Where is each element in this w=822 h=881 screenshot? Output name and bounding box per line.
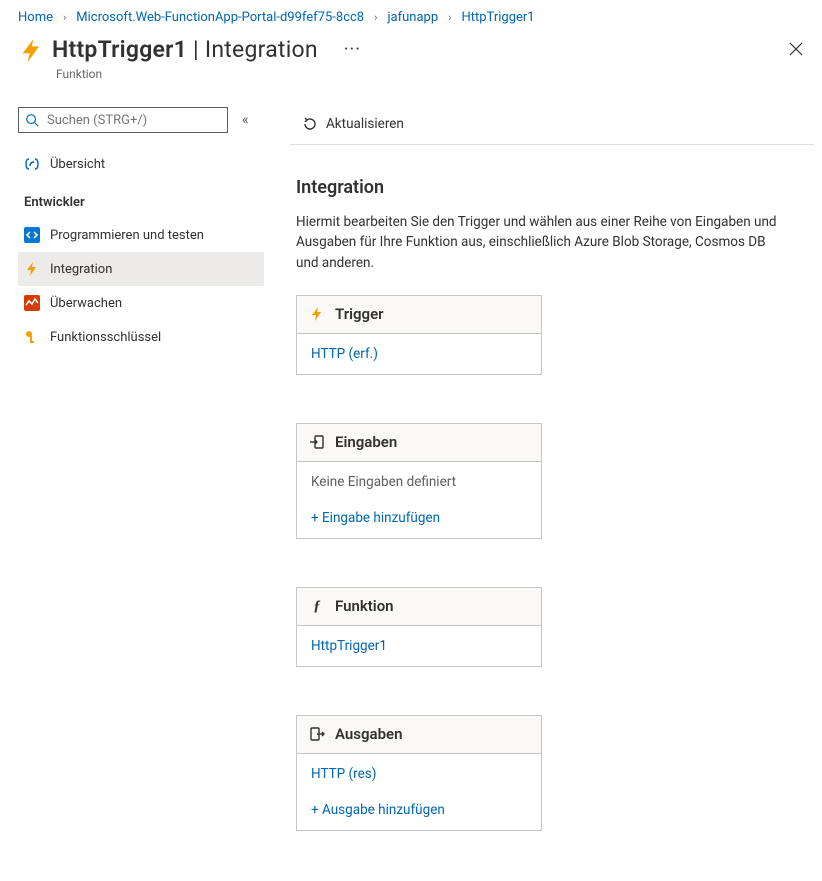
nav-label: Übersicht	[50, 157, 105, 172]
nav-group-developer: Entwickler	[24, 195, 264, 210]
nav-monitor[interactable]: Überwachen	[18, 286, 264, 320]
nav-integration[interactable]: Integration	[18, 252, 264, 286]
outputs-card: Ausgaben HTTP (res) + Ausgabe hinzufügen	[296, 715, 542, 831]
nav-label: Überwachen	[50, 296, 122, 311]
monitor-icon	[24, 295, 40, 311]
code-icon	[24, 227, 40, 243]
search-box[interactable]	[18, 107, 228, 133]
trigger-link[interactable]: HTTP (erf.)	[297, 336, 541, 372]
input-icon	[309, 434, 325, 450]
output-icon	[309, 726, 325, 742]
content-description: Hiermit bearbeiten Sie den Trigger und w…	[296, 212, 790, 273]
page-caption: Funktion	[56, 67, 822, 81]
nav-keys[interactable]: Funktionsschlüssel	[18, 320, 264, 354]
collapse-nav-button[interactable]: «	[242, 112, 249, 128]
refresh-label: Aktualisieren	[326, 116, 404, 132]
nav-code[interactable]: Programmieren und testen	[18, 218, 264, 252]
title-section: Integration	[205, 36, 318, 63]
add-input-button[interactable]: + Eingabe hinzufügen	[297, 500, 541, 536]
chevron-right-icon: ›	[374, 11, 377, 24]
refresh-button[interactable]: Aktualisieren	[296, 112, 410, 136]
more-button[interactable]: ···	[344, 39, 361, 60]
function-brackets-icon	[24, 156, 40, 172]
nav-overview[interactable]: Übersicht	[18, 147, 264, 181]
content-heading: Integration	[296, 177, 790, 198]
nav-label: Integration	[50, 262, 112, 277]
card-title: Ausgaben	[335, 725, 403, 743]
inputs-card: Eingaben Keine Eingaben definiert + Eing…	[296, 423, 542, 539]
breadcrumb: Home › Microsoft.Web-FunctionApp-Portal-…	[0, 0, 822, 31]
title-bar: HttpTrigger1|Integration ···	[0, 31, 822, 67]
bolt-icon	[24, 261, 40, 277]
breadcrumb-item-home[interactable]: Home	[18, 10, 53, 25]
key-icon	[24, 329, 40, 345]
function-card: ƒ Funktion HttpTrigger1	[296, 587, 542, 667]
chevron-right-icon: ›	[448, 11, 451, 24]
chevron-right-icon: ›	[63, 11, 66, 24]
toolbar: Aktualisieren	[290, 103, 814, 145]
inputs-empty-text: Keine Eingaben definiert	[297, 464, 541, 500]
card-title: Eingaben	[335, 433, 397, 451]
close-button[interactable]	[788, 41, 804, 57]
output-link[interactable]: HTTP (res)	[297, 756, 541, 792]
card-title: Funktion	[335, 597, 394, 615]
function-icon: ƒ	[309, 598, 325, 614]
trigger-card: Trigger HTTP (erf.)	[296, 295, 542, 375]
breadcrumb-item-function[interactable]: HttpTrigger1	[461, 10, 534, 25]
function-bolt-icon	[18, 37, 46, 65]
bolt-icon	[309, 306, 325, 322]
refresh-icon	[302, 116, 318, 132]
function-link[interactable]: HttpTrigger1	[297, 628, 541, 664]
nav-label: Programmieren und testen	[50, 228, 204, 243]
search-input[interactable]	[45, 112, 221, 129]
card-title: Trigger	[335, 305, 384, 323]
title-name: HttpTrigger1	[52, 36, 187, 63]
breadcrumb-item-app[interactable]: jafunapp	[387, 10, 438, 25]
search-icon	[25, 113, 39, 127]
page-title: HttpTrigger1|Integration	[52, 36, 318, 63]
nav-label: Funktionsschlüssel	[50, 330, 161, 345]
breadcrumb-item-resource[interactable]: Microsoft.Web-FunctionApp-Portal-d99fef7…	[76, 10, 364, 25]
